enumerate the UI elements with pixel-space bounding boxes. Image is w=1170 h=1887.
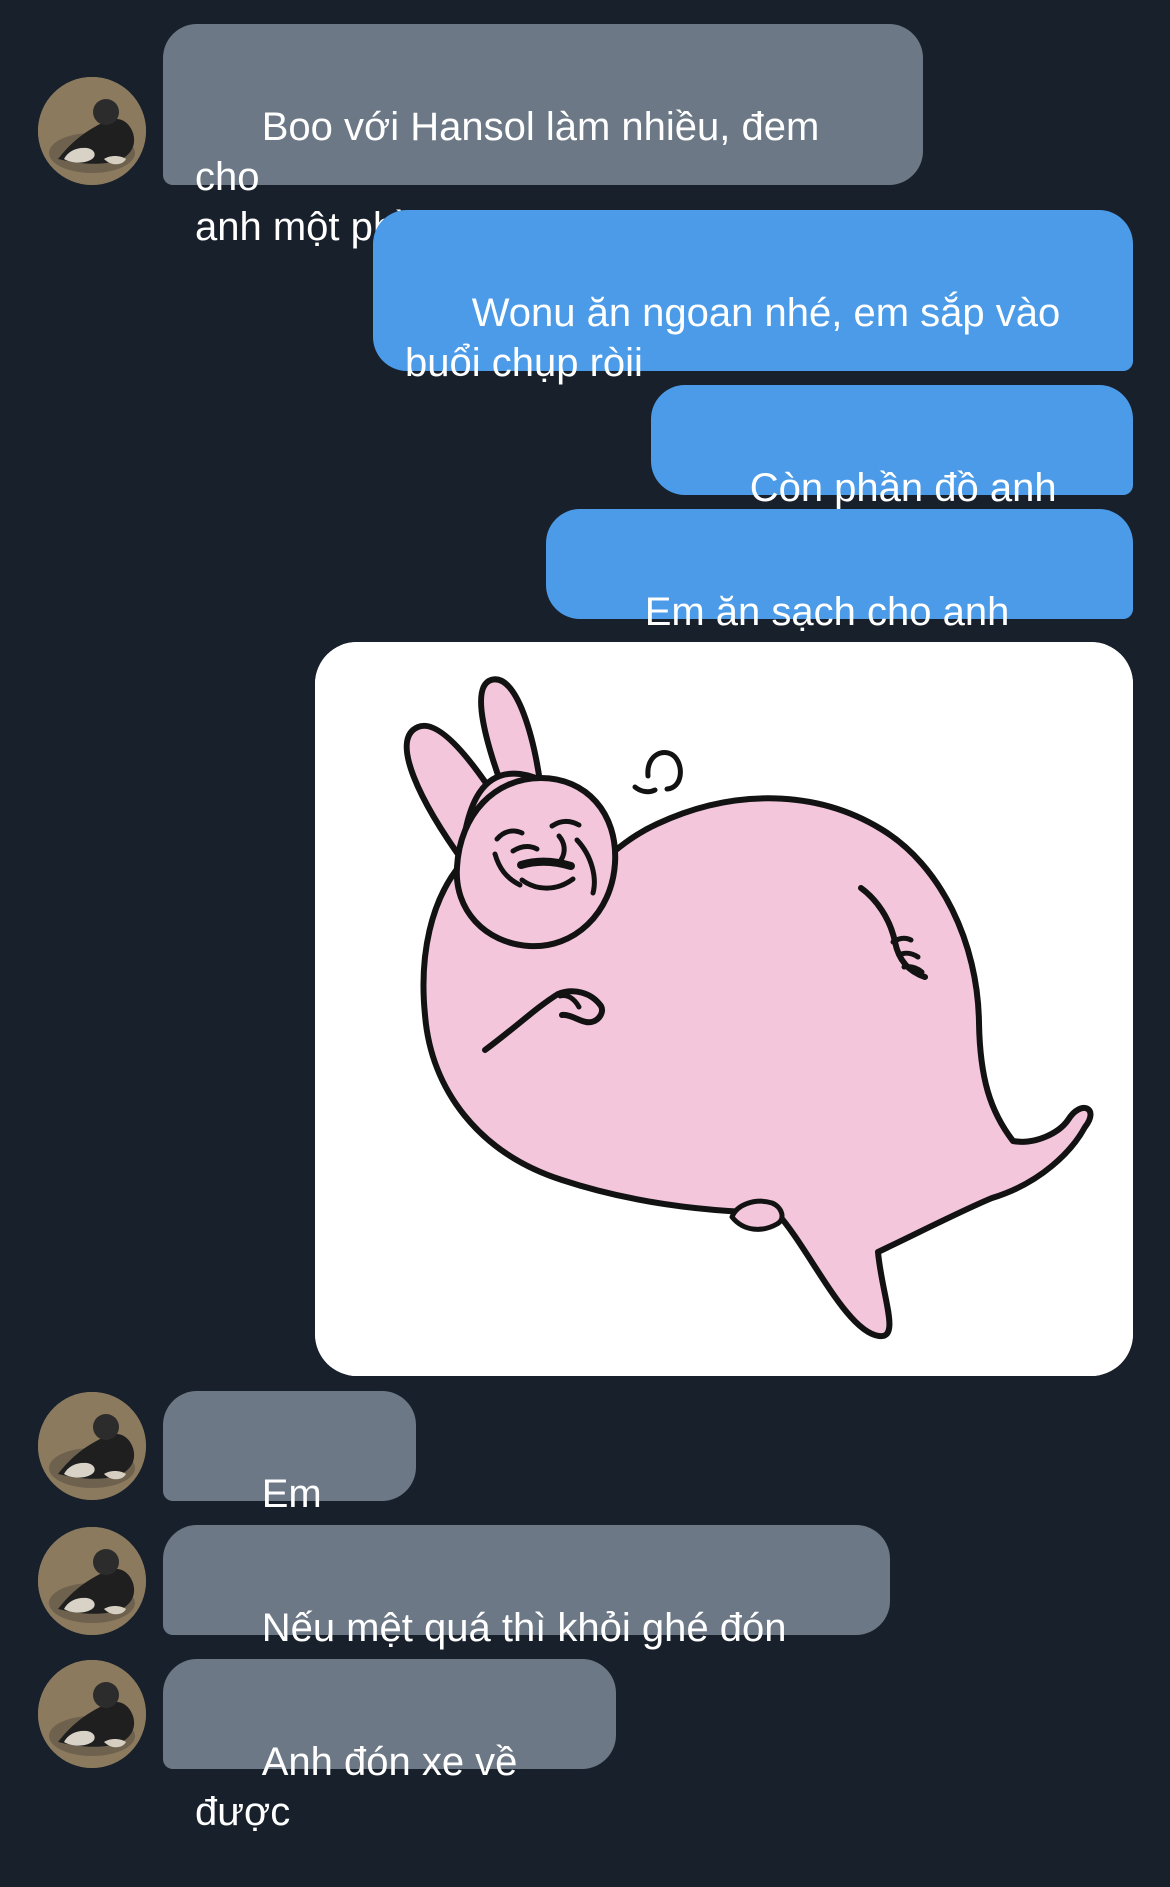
contact-avatar[interactable] [38, 1527, 146, 1635]
pink-bunny-sticker-icon [315, 642, 1133, 1376]
message-bubble[interactable]: Còn phần đồ anh nấu [651, 385, 1133, 560]
sticker-message[interactable] [315, 642, 1133, 1376]
message-bubble[interactable]: Wonu ăn ngoan nhé, em sắp vào buổi chụp … [373, 210, 1133, 385]
contact-avatar[interactable] [38, 77, 146, 185]
contact-avatar[interactable] [38, 1660, 146, 1768]
message-text: Anh đón xe về được [195, 1740, 529, 1834]
message-bubble[interactable]: Em ăn sạch cho anh xemm [546, 509, 1133, 684]
message-bubble[interactable]: Boo với Hansol làm nhiều, đem cho anh mộ… [163, 24, 923, 249]
message-bubble[interactable]: Anh đón xe về được [163, 1659, 616, 1834]
contact-avatar[interactable] [38, 1392, 146, 1500]
avatar-photo-icon [38, 1392, 146, 1500]
message-bubble[interactable]: Nếu mệt quá thì khỏi ghé đón anh [163, 1525, 890, 1700]
chat-thread: Boo với Hansol làm nhiều, đem cho anh mộ… [0, 0, 1170, 1834]
avatar-photo-icon [38, 77, 146, 185]
avatar-photo-icon [38, 1660, 146, 1768]
avatar-photo-icon [38, 1527, 146, 1635]
message-text: Wonu ăn ngoan nhé, em sắp vào buổi chụp … [405, 291, 1061, 385]
message-bubble[interactable]: Em làm đi [163, 1391, 416, 1566]
